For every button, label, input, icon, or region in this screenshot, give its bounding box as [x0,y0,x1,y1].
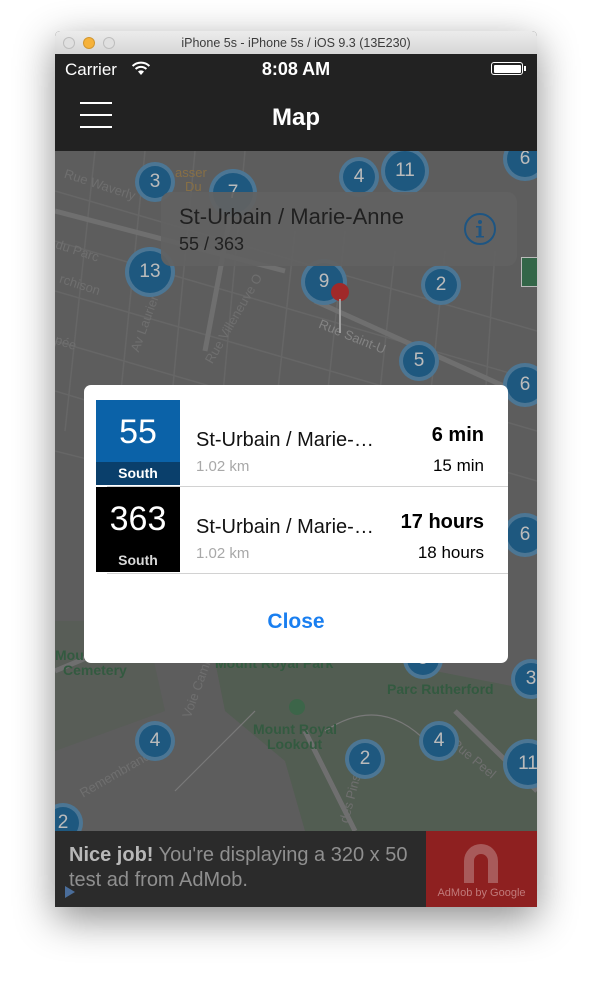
next-arrival: 6 min [431,424,484,446]
arrival-row[interactable]: 363 South St-Urbain / Marie-Anne 1.02 km… [84,487,508,573]
admob-logo-icon [464,844,498,883]
admob-brand: AdMob by Google [437,887,526,899]
ad-banner[interactable]: Nice job! You're displaying a 320 x 50 t… [55,831,537,907]
battery-icon [491,62,523,75]
ad-headline: Nice job! [69,844,154,866]
page-title: Map [272,104,320,131]
next-arrival: 17 hours [400,511,484,533]
row-divider [107,573,508,574]
route-direction: South [96,549,180,572]
route-direction: South [96,462,180,485]
simulator-window: iPhone 5s - iPhone 5s / iOS 9.3 (13E230)… [55,31,537,907]
route-number: 55 [119,413,157,451]
arrivals-dialog: 55 South St-Urbain / Marie-Anne 1.02 km … [84,385,508,663]
admob-logo-panel: AdMob by Google [426,831,537,907]
stop-distance: 1.02 km [196,545,250,562]
close-button[interactable]: Close [84,610,508,634]
stop-name: St-Urbain / Marie-Anne [196,516,386,538]
following-arrival: 15 min [432,456,484,475]
following-arrival: 18 hours [417,543,484,562]
navigation-bar: Map [55,84,537,151]
route-badge: 55 South [96,400,180,485]
battery-tip [524,66,526,71]
arrival-row[interactable]: 55 South St-Urbain / Marie-Anne 1.02 km … [84,400,508,486]
stop-name: St-Urbain / Marie-Anne [196,429,386,451]
route-number: 363 [109,500,167,538]
clock: 8:08 AM [261,59,331,79]
ad-text: Nice job! You're displaying a 320 x 50 t… [69,843,419,893]
route-badge: 363 South [96,487,180,572]
window-titlebar: iPhone 5s - iPhone 5s / iOS 9.3 (13E230) [55,31,537,55]
status-bar: Carrier 8:08 AM [55,54,537,84]
stop-distance: 1.02 km [196,458,250,475]
phone-screen: Carrier 8:08 AM Map Rue Waverly du Parc … [55,54,537,907]
adchoices-icon[interactable] [63,885,77,899]
window-title: iPhone 5s - iPhone 5s / iOS 9.3 (13E230) [181,36,411,50]
